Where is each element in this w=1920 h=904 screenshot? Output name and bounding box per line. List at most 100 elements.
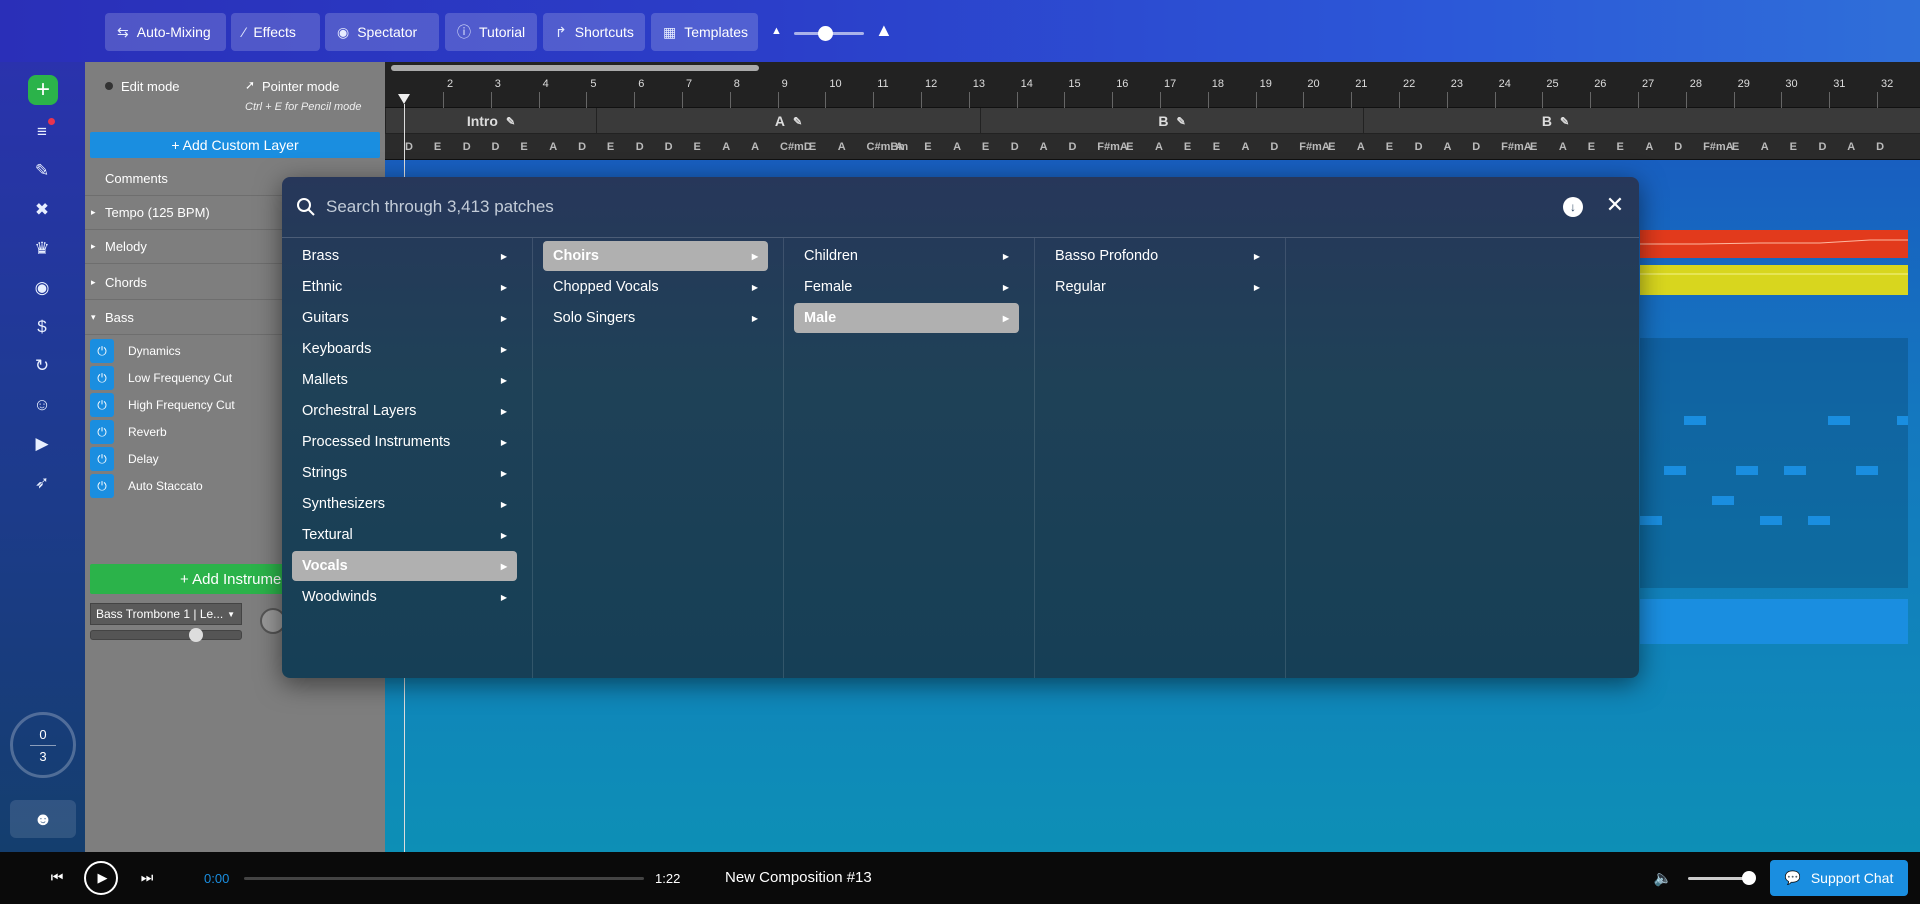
chord-label[interactable]: E — [693, 141, 700, 153]
chord-label[interactable]: A — [895, 141, 903, 153]
trophy-icon[interactable]: ♛ — [30, 237, 54, 261]
chord-label[interactable]: A — [1040, 141, 1048, 153]
chord-label[interactable]: F#mA — [1299, 141, 1330, 153]
chord-label[interactable]: F#mA — [1703, 141, 1734, 153]
chord-label[interactable]: C#mD — [780, 141, 812, 153]
chord-label[interactable]: F#mA — [1097, 141, 1128, 153]
play-icon[interactable]: ▶ — [84, 861, 118, 895]
chord-label[interactable]: E — [1386, 141, 1393, 153]
edit-mode-radio[interactable] — [105, 82, 113, 90]
shortcuts-button[interactable]: ↱ Shortcuts — [543, 13, 645, 51]
chord-label[interactable]: A — [1357, 141, 1365, 153]
power-icon[interactable]: ⏻ — [90, 393, 114, 417]
note[interactable] — [1712, 496, 1734, 505]
chord-label[interactable]: E — [434, 141, 441, 153]
chord-label[interactable]: D — [636, 141, 644, 153]
male-regular[interactable]: Regular ▶ — [1045, 272, 1270, 302]
chord-label[interactable]: D — [1415, 141, 1423, 153]
skip-back-icon[interactable]: ⏮ — [48, 868, 66, 886]
patch-search-input[interactable] — [326, 191, 1426, 223]
edit-section-icon[interactable]: ✎ — [793, 115, 802, 128]
vocals-solo-singers[interactable]: Solo Singers ▶ — [543, 303, 768, 333]
chord-label[interactable]: A — [751, 141, 759, 153]
edit-section-icon[interactable]: ✎ — [1176, 115, 1185, 128]
chord-label[interactable]: D — [1818, 141, 1826, 153]
instrument-select[interactable]: Bass Trombone 1 | Le... ▼ — [90, 603, 242, 625]
master-volume-knob[interactable] — [1742, 871, 1756, 885]
note[interactable] — [1808, 516, 1830, 525]
chord-label[interactable]: E — [1126, 141, 1133, 153]
section-intro[interactable]: Intro ✎ — [385, 108, 596, 134]
power-icon[interactable]: ⏻ — [90, 339, 114, 363]
power-icon[interactable]: ⏻ — [90, 420, 114, 444]
volume-knob[interactable] — [189, 628, 203, 642]
note[interactable] — [1784, 466, 1806, 475]
note[interactable] — [1736, 466, 1758, 475]
category-mallets[interactable]: Mallets ▶ — [292, 365, 517, 395]
video-icon[interactable]: ▶ — [30, 432, 54, 456]
chord-label[interactable]: E — [1588, 141, 1595, 153]
dollar-icon[interactable]: $ — [30, 315, 54, 339]
chord-label[interactable]: D — [665, 141, 673, 153]
choirs-female[interactable]: Female ▶ — [794, 272, 1019, 302]
category-ethnic[interactable]: Ethnic ▶ — [292, 272, 517, 302]
category-guitars[interactable]: Guitars ▶ — [292, 303, 517, 333]
chord-label[interactable]: E — [809, 141, 816, 153]
chord-label[interactable]: E — [1790, 141, 1797, 153]
chord-label[interactable]: A — [1847, 141, 1855, 153]
discord-icon[interactable]: ☺ — [30, 393, 54, 417]
note[interactable] — [1760, 516, 1782, 525]
note[interactable] — [1897, 416, 1908, 425]
layers-icon[interactable]: ≡ — [30, 118, 55, 144]
chord-label[interactable]: D — [463, 141, 471, 153]
chord-label[interactable]: E — [607, 141, 614, 153]
category-textural[interactable]: Textural ▶ — [292, 520, 517, 550]
edit-section-icon[interactable]: ✎ — [506, 115, 515, 128]
chord-label[interactable]: A — [1761, 141, 1769, 153]
broadcast-icon[interactable]: ◉ — [30, 276, 54, 300]
download-icon[interactable]: ↓ — [1563, 197, 1583, 217]
chord-label[interactable]: E — [1328, 141, 1335, 153]
chord-label[interactable]: A — [1645, 141, 1653, 153]
chord-label[interactable]: A — [1155, 141, 1163, 153]
vocals-choirs[interactable]: Choirs ▶ — [543, 241, 768, 271]
note[interactable] — [1828, 416, 1850, 425]
zoom-in-icon[interactable]: ▲ — [875, 20, 893, 41]
chord-label[interactable]: D — [578, 141, 586, 153]
bar-ruler[interactable]: 2 3 4 5 6 7 8 9 10 11 12 13 14 15 16 17 18 19 20 21 22 23 24 25… — [385, 62, 1920, 108]
chord-label[interactable]: A — [549, 141, 557, 153]
category-strings[interactable]: Strings ▶ — [292, 458, 517, 488]
note[interactable] — [1856, 466, 1878, 475]
pointer-mode-label[interactable]: Pointer mode — [262, 79, 339, 94]
chord-label[interactable]: D — [1270, 141, 1278, 153]
instrument-track-block[interactable] — [1640, 599, 1908, 644]
chord-label[interactable]: D — [1876, 141, 1884, 153]
section-b-2[interactable]: B ✎ — [1363, 108, 1747, 134]
tutorial-button[interactable]: ⓘ Tutorial — [445, 13, 537, 51]
tools-icon[interactable]: ✖ — [30, 198, 54, 222]
instrument-volume-slider[interactable] — [90, 628, 242, 642]
chord-label[interactable]: E — [924, 141, 931, 153]
skip-forward-icon[interactable]: ⏭ — [138, 868, 156, 886]
user-icon[interactable]: ☻ — [10, 800, 76, 838]
chord-label[interactable]: E — [1617, 141, 1624, 153]
chords-track-block[interactable] — [1640, 265, 1908, 295]
zoom-slider[interactable] — [794, 26, 864, 41]
melody-track-block[interactable] — [1640, 230, 1908, 258]
category-vocals[interactable]: Vocals ▶ — [292, 551, 517, 581]
choirs-children[interactable]: Children ▶ — [794, 241, 1019, 271]
effects-button[interactable]: ⁄ Effects — [231, 13, 320, 51]
zoom-slider-knob[interactable] — [818, 26, 833, 41]
power-icon[interactable]: ⏻ — [90, 366, 114, 390]
edit-mode-label[interactable]: Edit mode — [121, 79, 180, 94]
templates-button[interactable]: ▦ Templates — [651, 13, 758, 51]
chord-label[interactable]: E — [1732, 141, 1739, 153]
chord-label[interactable]: E — [1530, 141, 1537, 153]
chord-label[interactable]: D — [1674, 141, 1682, 153]
auto-mixing-button[interactable]: ⇆ Auto-Mixing — [105, 13, 226, 51]
category-orchestral-layers[interactable]: Orchestral Layers ▶ — [292, 396, 517, 426]
add-icon[interactable]: + — [28, 75, 58, 105]
chord-label[interactable]: E — [982, 141, 989, 153]
chord-label[interactable]: E — [1184, 141, 1191, 153]
chord-label[interactable]: A — [1242, 141, 1250, 153]
